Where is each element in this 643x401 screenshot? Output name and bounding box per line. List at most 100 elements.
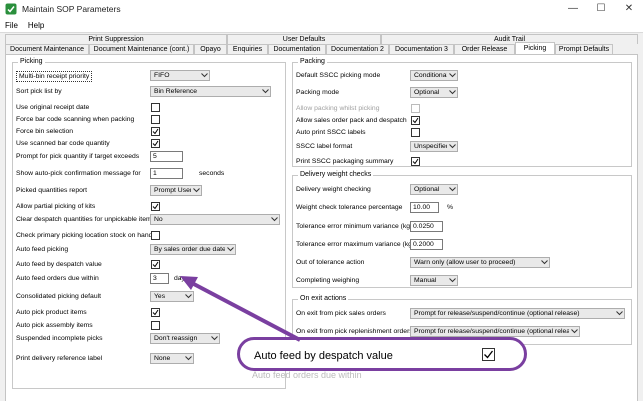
- auto-feed-orders-due-unit: days: [174, 275, 189, 282]
- allow-partial-label: Allow partial picking of kits: [16, 203, 96, 210]
- tolerance-pct-input[interactable]: 10.00: [410, 202, 439, 213]
- checkmark-icon: [412, 117, 419, 124]
- maximize-button[interactable]: ☐: [587, 0, 615, 17]
- chevron-down-icon: [269, 217, 279, 222]
- checkmark-icon: [412, 158, 419, 165]
- tab-documentation-2[interactable]: Documentation 2: [326, 44, 389, 54]
- chevron-down-icon: [209, 336, 219, 341]
- delivery-weight-checking-select[interactable]: Optional: [410, 184, 458, 195]
- sort-pick-list-select[interactable]: Bin Reference: [150, 86, 271, 97]
- allow-partial-checkbox[interactable]: [151, 202, 160, 211]
- title-bar: Maintain SOP Parameters — ☐ ✕: [0, 0, 643, 17]
- tab-opayo[interactable]: Opayo: [194, 44, 227, 54]
- auto-print-sscc-checkbox[interactable]: [411, 128, 420, 137]
- auto-pick-confirm-unit: seconds: [199, 170, 225, 177]
- default-sscc-select[interactable]: Conditional: [410, 70, 458, 81]
- force-bin-checkbox[interactable]: [151, 127, 160, 136]
- print-delivery-ref-select[interactable]: None: [150, 353, 194, 364]
- completing-weighing-select[interactable]: Manual: [410, 275, 458, 286]
- suspended-incomplete-select[interactable]: Don't reassign: [150, 333, 220, 344]
- tab-prompt-defaults[interactable]: Prompt Defaults: [555, 44, 613, 54]
- default-sscc-value: Conditional: [414, 72, 447, 79]
- chevron-down-icon: [447, 278, 457, 283]
- tab-enquiries[interactable]: Enquiries: [227, 44, 268, 54]
- auto-feed-picking-value: By sales order due date: [154, 246, 225, 253]
- exit-replenish-value: Prompt for release/suspend/continue (opt…: [414, 328, 569, 335]
- tab-document-maintenance-cont[interactable]: Document Maintenance (cont.): [89, 44, 194, 54]
- chevron-down-icon: [225, 247, 235, 252]
- callout-ghost-text: Auto feed orders due within: [252, 370, 362, 378]
- menu-file[interactable]: File: [0, 21, 23, 30]
- out-of-tolerance-select[interactable]: Warn only (allow user to proceed): [410, 257, 550, 268]
- tab-print-suppression[interactable]: Print Suppression: [5, 34, 227, 44]
- auto-feed-despatch-label: Auto feed by despatch value: [16, 261, 102, 268]
- allow-packing-whilst-label: Allow packing whilst picking: [296, 105, 380, 112]
- chevron-down-icon: [614, 311, 624, 316]
- prompt-pick-qty-label: Prompt for pick quantity if target excee…: [16, 153, 140, 160]
- tab-documentation-3[interactable]: Documentation 3: [389, 44, 454, 54]
- tab-user-defaults[interactable]: User Defaults: [227, 34, 381, 44]
- auto-pick-product-checkbox[interactable]: [151, 308, 160, 317]
- allow-sales-order-pack-checkbox[interactable]: [411, 116, 420, 125]
- auto-feed-orders-due-input[interactable]: 3: [150, 273, 169, 284]
- tol-min-label: Tolerance error minimum variance (kg): [296, 223, 413, 230]
- multi-bin-value: FIFO: [154, 72, 170, 79]
- auto-feed-picking-select[interactable]: By sales order due date: [150, 244, 236, 255]
- chevron-down-icon: [447, 90, 457, 95]
- close-button[interactable]: ✕: [615, 0, 643, 17]
- tab-document-maintenance[interactable]: Document Maintenance: [5, 44, 89, 54]
- auto-pick-assembly-checkbox[interactable]: [151, 321, 160, 330]
- checkmark-icon: [152, 128, 159, 135]
- suspended-incomplete-value: Don't reassign: [154, 335, 198, 342]
- auto-pick-confirm-input[interactable]: 1: [150, 168, 183, 179]
- exit-replenish-select[interactable]: Prompt for release/suspend/continue (opt…: [410, 326, 580, 337]
- picked-qty-report-value: Prompt User: [154, 187, 191, 194]
- exit-sales-label: On exit from pick sales orders: [296, 310, 386, 317]
- use-scanned-bar-code-checkbox[interactable]: [151, 139, 160, 148]
- tab-row-bottom: Document Maintenance Document Maintenanc…: [5, 42, 613, 54]
- tab-order-release[interactable]: Order Release: [454, 44, 515, 54]
- exit-replenish-label: On exit from pick replenishment orders: [296, 328, 413, 335]
- packing-mode-value: Optional: [414, 89, 440, 96]
- chevron-down-icon: [183, 356, 193, 361]
- chevron-down-icon: [447, 144, 457, 149]
- force-bin-label: Force bin selection: [16, 128, 74, 135]
- delivery-weight-group-title: Delivery weight checks: [298, 171, 374, 178]
- prompt-pick-qty-input[interactable]: 5: [150, 151, 183, 162]
- exit-sales-select[interactable]: Prompt for release/suspend/continue (opt…: [410, 308, 625, 319]
- chevron-down-icon: [260, 89, 270, 94]
- use-original-receipt-date-label: Use original receipt date: [16, 104, 90, 111]
- clear-despatch-select[interactable]: No: [150, 214, 280, 225]
- auto-feed-despatch-checkbox[interactable]: [151, 260, 160, 269]
- print-delivery-ref-label: Print delivery reference label: [16, 355, 103, 362]
- check-primary-checkbox[interactable]: [151, 231, 160, 240]
- print-sscc-summary-checkbox[interactable]: [411, 157, 420, 166]
- packing-mode-select[interactable]: Optional: [410, 87, 458, 98]
- checkmark-icon: [152, 203, 159, 210]
- checkmark-icon: [152, 309, 159, 316]
- tab-documentation[interactable]: Documentation: [268, 44, 326, 54]
- menu-help[interactable]: Help: [23, 21, 49, 30]
- tol-min-input[interactable]: 0.0250: [410, 221, 443, 232]
- allow-packing-whilst-checkbox: [411, 104, 420, 113]
- on-exit-group-title: On exit actions: [298, 295, 349, 302]
- consolidated-label: Consolidated picking default: [16, 293, 102, 300]
- sscc-label-format-select[interactable]: Unspecified: [410, 141, 458, 152]
- minimize-button[interactable]: —: [559, 0, 587, 17]
- delivery-weight-group: Delivery weight checks Delivery weight c…: [292, 171, 632, 288]
- multi-bin-label: Multi-bin receipt priority: [16, 71, 93, 82]
- multi-bin-select[interactable]: FIFO: [150, 70, 210, 81]
- allow-sales-order-pack-label: Allow sales order pack and despatch: [296, 117, 407, 124]
- force-bar-code-checkbox[interactable]: [151, 115, 160, 124]
- consolidated-select[interactable]: Yes: [150, 291, 194, 302]
- tab-picking[interactable]: Picking: [515, 42, 555, 54]
- print-delivery-ref-value: None: [154, 355, 171, 362]
- auto-pick-product-label: Auto pick product items: [16, 309, 87, 316]
- check-primary-label: Check primary picking location stock on …: [16, 232, 153, 239]
- auto-feed-orders-due-label: Auto feed orders due within: [16, 275, 99, 282]
- picked-qty-report-select[interactable]: Prompt User: [150, 185, 202, 196]
- use-original-receipt-date-checkbox[interactable]: [151, 103, 160, 112]
- packing-group-title: Packing: [298, 58, 327, 65]
- tol-max-input[interactable]: 0.2000: [410, 239, 443, 250]
- tab-audit-trail[interactable]: Audit Trail: [381, 34, 638, 44]
